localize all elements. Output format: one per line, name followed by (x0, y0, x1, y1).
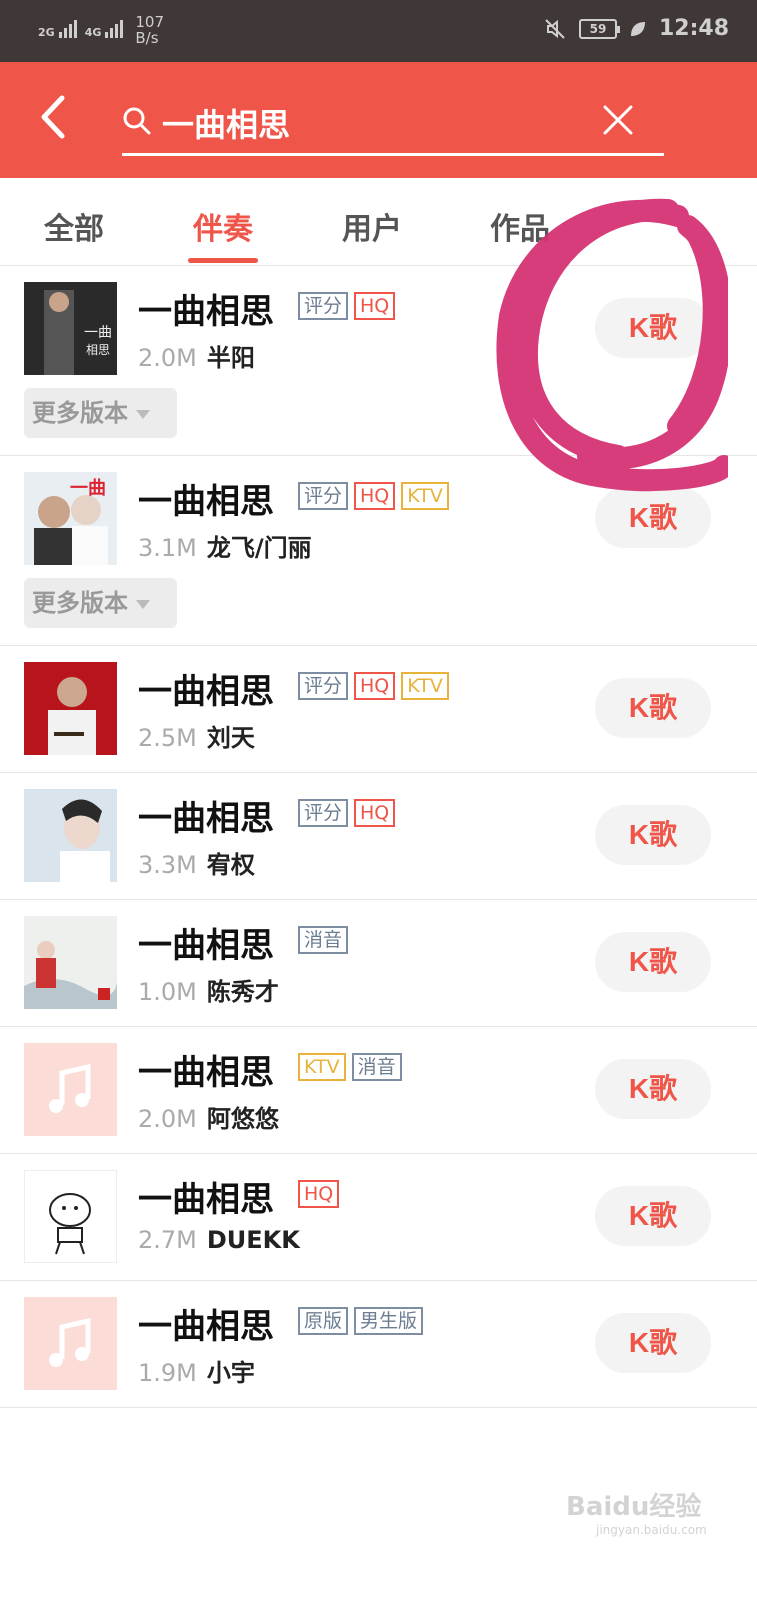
dropdown-triangle-icon (136, 599, 150, 609)
artist-name: 宥权 (206, 851, 255, 879)
file-size: 2.5M (138, 724, 197, 752)
tag-ktv: KTV (401, 672, 449, 700)
back-arrow-icon (41, 95, 65, 139)
song-title: 一曲相思 (138, 799, 274, 839)
sing-button[interactable]: K歌 (595, 1186, 711, 1246)
network-type-2: 4G (84, 26, 102, 39)
list-item[interactable]: 一曲相思 评分 HQ KTV 2.5M 刘天 K歌 (0, 646, 757, 773)
album-cover-placeholder (24, 1043, 117, 1136)
leaf-icon (630, 21, 645, 36)
tag-hq: HQ (354, 799, 396, 827)
sing-button[interactable]: K歌 (595, 1059, 711, 1119)
mute-icon (545, 18, 565, 39)
album-cover: 一曲 (24, 472, 117, 565)
list-item[interactable]: 一曲相思 HQ 2.7M DUEKK K歌 (0, 1154, 757, 1281)
album-cover (24, 916, 117, 1009)
tag-hq: HQ (354, 292, 396, 320)
file-size: 1.9M (138, 1359, 197, 1387)
more-versions-button[interactable]: 更多版本 (24, 578, 177, 628)
more-versions-button[interactable]: 更多版本 (24, 388, 177, 438)
network-speed: 107 B/s (135, 13, 165, 47)
svg-text:一曲: 一曲 (70, 478, 106, 499)
artist-name: 龙飞/门丽 (206, 534, 312, 562)
album-cover (24, 789, 117, 882)
tag-hq: HQ (354, 482, 396, 510)
tag-ktv: KTV (298, 1053, 346, 1081)
artist-name: 小宇 (206, 1359, 255, 1387)
artist-name: 陈秀才 (206, 978, 279, 1006)
tag-rating: 评分 (298, 482, 349, 510)
tag-rating: 评分 (298, 292, 349, 320)
file-size: 2.0M (138, 344, 197, 372)
song-title: 一曲相思 (138, 926, 274, 966)
back-button[interactable] (38, 94, 78, 142)
svg-text:一曲: 一曲 (84, 325, 112, 341)
file-size: 2.0M (138, 1105, 197, 1133)
status-bar: 2G 4G 107 B/s 59 12:48 (0, 0, 757, 62)
artist-name: 阿悠悠 (206, 1105, 279, 1133)
list-item[interactable]: 一曲相思 原版 男生版 1.9M 小宇 K歌 (0, 1281, 757, 1408)
album-cover (24, 1170, 117, 1263)
sing-button[interactable]: K歌 (595, 805, 711, 865)
song-title: 一曲相思 (138, 1180, 274, 1220)
list-item[interactable]: 一曲相思 评分 HQ 3.3M 宥权 K歌 (0, 773, 757, 900)
signal-4g-icon: 4G (85, 14, 124, 38)
tag-ktv: KTV (401, 482, 449, 510)
result-tabs: 全部 伴奏 用户 作品 (0, 178, 757, 266)
tag-rating: 评分 (298, 672, 349, 700)
file-size: 1.0M (138, 978, 197, 1006)
dropdown-triangle-icon (136, 409, 150, 419)
battery-icon: 59 (578, 18, 620, 39)
search-bar[interactable] (122, 92, 664, 156)
tag-male-version: 男生版 (354, 1307, 424, 1335)
watermark: Baidu经验 jingyan.baidu.com (566, 1492, 707, 1537)
signal-2g-icon: 2G (38, 14, 77, 38)
tag-hq: HQ (354, 672, 396, 700)
tag-hq: HQ (298, 1180, 340, 1208)
sing-button[interactable]: K歌 (595, 298, 711, 358)
tab-users[interactable]: 用户 (322, 204, 422, 248)
svg-text:相思: 相思 (86, 343, 110, 357)
sing-button[interactable]: K歌 (595, 932, 711, 992)
sing-button[interactable]: K歌 (595, 488, 711, 548)
tag-rating: 评分 (298, 799, 349, 827)
song-title: 一曲相思 (138, 1307, 274, 1347)
sing-button[interactable]: K歌 (595, 1313, 711, 1373)
tab-accompaniment[interactable]: 伴奏 (173, 204, 273, 248)
song-title: 一曲相思 (138, 292, 274, 332)
tag-muted: 消音 (298, 926, 349, 954)
search-header (0, 62, 757, 178)
artist-name: 刘天 (206, 724, 255, 752)
tag-muted: 消音 (351, 1053, 402, 1081)
artist-name: 半阳 (206, 344, 255, 372)
file-size: 3.3M (138, 851, 197, 879)
list-item[interactable]: 一曲 相思 一曲相思 评分 HQ 2.0M 半阳 K歌 更多版本 (0, 266, 757, 456)
list-item[interactable]: 一曲相思 KTV 消音 2.0M 阿悠悠 K歌 (0, 1027, 757, 1154)
file-size: 2.7M (138, 1226, 197, 1254)
active-tab-indicator (188, 258, 258, 263)
network-type-1: 2G (38, 26, 55, 39)
tab-all[interactable]: 全部 (24, 204, 124, 248)
clock: 12:48 (658, 16, 729, 41)
search-icon (123, 107, 151, 135)
sing-button[interactable]: K歌 (595, 678, 711, 738)
album-cover: 一曲 相思 (24, 282, 117, 375)
list-item[interactable]: 一曲相思 消音 1.0M 陈秀才 K歌 (0, 900, 757, 1027)
song-title: 一曲相思 (138, 672, 274, 712)
song-title: 一曲相思 (138, 482, 274, 522)
song-title: 一曲相思 (138, 1053, 274, 1093)
album-cover (24, 662, 117, 755)
list-item[interactable]: 一曲 一曲相思 评分 HQ KTV 3.1M 龙飞/门丽 K歌 更多版本 (0, 456, 757, 646)
search-input[interactable] (162, 98, 592, 148)
tag-original: 原版 (298, 1307, 349, 1335)
album-cover-placeholder (24, 1297, 117, 1390)
artist-name: DUEKK (206, 1226, 300, 1254)
tab-works[interactable]: 作品 (470, 204, 570, 248)
file-size: 3.1M (138, 534, 197, 562)
clear-search-icon[interactable] (602, 104, 634, 136)
